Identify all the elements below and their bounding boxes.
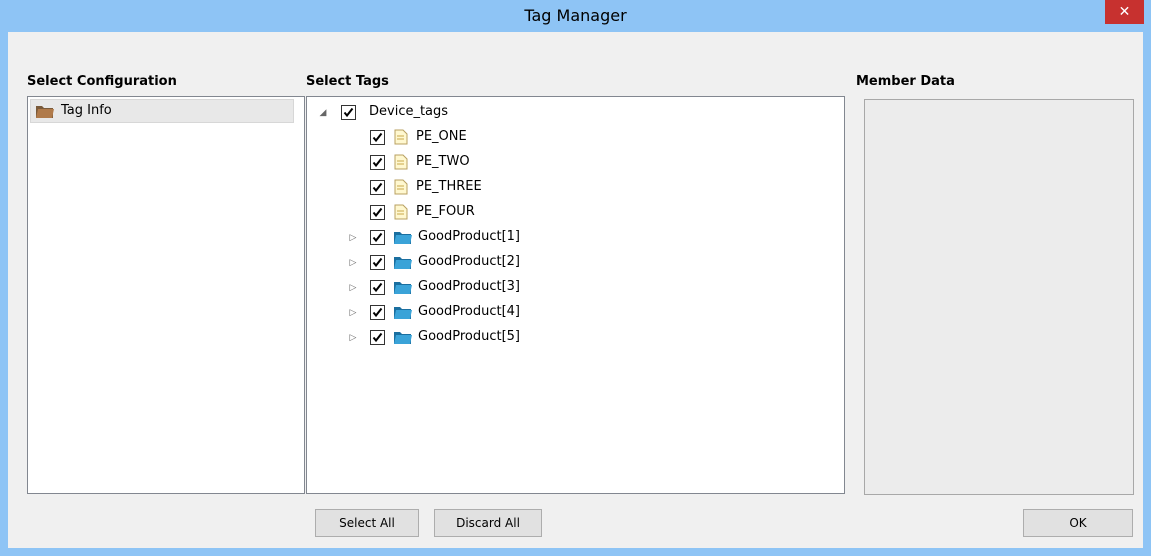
checkbox-pe-four[interactable] [370,205,385,220]
config-item-tag-info[interactable]: Tag Info [30,99,294,123]
tree-node-goodproduct-5[interactable]: ▷ GoodProduct[5] [307,327,842,349]
expand-triangle-icon[interactable]: ▷ [347,252,359,274]
tree-node-device-tags[interactable]: ◢ Device_tags [307,102,842,124]
tag-document-icon [394,179,408,199]
folder-icon [35,103,55,123]
tree-node-label: PE_ONE [416,129,467,144]
select-configuration-label: Select Configuration [27,74,177,89]
tree-node-label: GoodProduct[2] [418,254,521,269]
tree-node-label: GoodProduct[5] [418,329,521,344]
tree-node-pe-four[interactable]: PE_FOUR [307,202,842,224]
collapse-triangle-icon[interactable]: ◢ [317,102,329,124]
select-tags-label: Select Tags [306,74,389,89]
tree-node-goodproduct-4[interactable]: ▷ GoodProduct[4] [307,302,842,324]
expand-triangle-icon[interactable]: ▷ [347,227,359,249]
tree-node-goodproduct-1[interactable]: ▷ GoodProduct[1] [307,227,842,249]
configuration-list[interactable]: Tag Info [27,96,305,494]
tree-node-goodproduct-3[interactable]: ▷ GoodProduct[3] [307,277,842,299]
title-bar[interactable]: Tag Manager ✕ [0,0,1151,32]
close-button[interactable]: ✕ [1105,0,1144,24]
tree-node-label: GoodProduct[4] [418,304,521,319]
tree-node-label: Device_tags [369,104,449,119]
config-item-label: Tag Info [61,103,112,118]
tree-node-label: PE_TWO [416,154,470,169]
tag-document-icon [394,204,408,224]
tag-manager-window: Tag Manager ✕ Select Configuration Selec… [0,0,1151,556]
tree-node-label: PE_THREE [416,179,482,194]
struct-folder-icon [393,254,413,274]
member-data-panel [864,99,1134,495]
struct-folder-icon [393,279,413,299]
checkbox-pe-three[interactable] [370,180,385,195]
expand-triangle-icon[interactable]: ▷ [347,277,359,299]
ok-button[interactable]: OK [1023,509,1133,537]
window-title: Tag Manager [524,6,627,25]
tree-node-label: GoodProduct[3] [418,279,521,294]
tree-node-pe-one[interactable]: PE_ONE [307,127,842,149]
struct-folder-icon [393,229,413,249]
select-all-button[interactable]: Select All [315,509,419,537]
expand-triangle-icon[interactable]: ▷ [347,327,359,349]
checkbox-goodproduct-2[interactable] [370,255,385,270]
tag-document-icon [394,129,408,149]
tree-node-goodproduct-2[interactable]: ▷ GoodProduct[2] [307,252,842,274]
checkbox-goodproduct-3[interactable] [370,280,385,295]
checkbox-device-tags[interactable] [341,105,356,120]
discard-all-button[interactable]: Discard All [434,509,542,537]
member-data-label: Member Data [856,74,955,89]
checkbox-pe-two[interactable] [370,155,385,170]
tags-tree[interactable]: ◢ Device_tags PE_ONE PE_TWO PE_THREE PE_… [306,96,845,494]
tree-node-label: GoodProduct[1] [418,229,521,244]
checkbox-pe-one[interactable] [370,130,385,145]
tree-node-pe-two[interactable]: PE_TWO [307,152,842,174]
checkbox-goodproduct-4[interactable] [370,305,385,320]
dialog-client-area: Select Configuration Select Tags Member … [8,32,1143,548]
checkbox-goodproduct-5[interactable] [370,330,385,345]
struct-folder-icon [393,304,413,324]
expand-triangle-icon[interactable]: ▷ [347,302,359,324]
checkbox-goodproduct-1[interactable] [370,230,385,245]
tree-node-pe-three[interactable]: PE_THREE [307,177,842,199]
struct-folder-icon [393,329,413,349]
tag-document-icon [394,154,408,174]
tree-node-label: PE_FOUR [416,204,475,219]
